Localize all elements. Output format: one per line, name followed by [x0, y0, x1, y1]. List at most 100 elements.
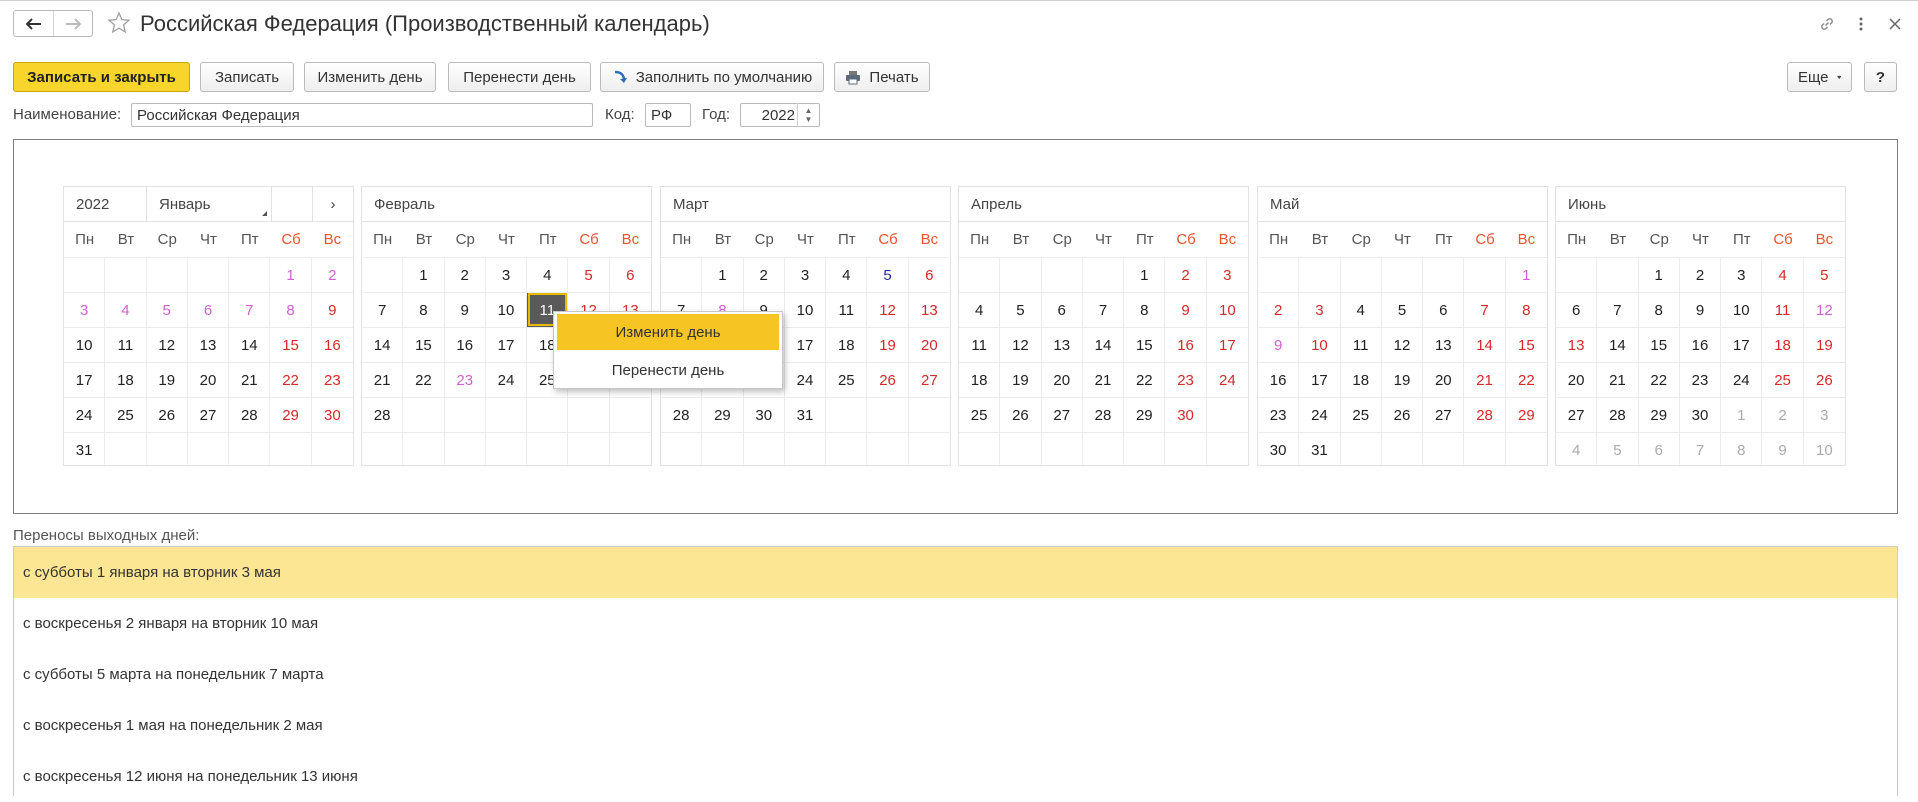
day-cell[interactable]: 7	[229, 292, 271, 327]
day-cell[interactable]: 11	[959, 327, 1001, 362]
day-cell[interactable]: 12	[146, 327, 188, 362]
day-cell[interactable]: 12	[1000, 327, 1042, 362]
day-cell[interactable]: 21	[229, 362, 271, 397]
spin-up-icon[interactable]: ▲	[805, 106, 813, 115]
close-icon[interactable]	[1884, 13, 1906, 35]
day-cell[interactable]: 4	[826, 257, 868, 292]
day-cell[interactable]: 1	[403, 257, 445, 292]
day-cell[interactable]: 22	[1638, 362, 1680, 397]
day-cell[interactable]: 7	[1679, 432, 1722, 467]
day-cell[interactable]: 2	[1165, 257, 1207, 292]
day-cell[interactable]: 29	[270, 397, 312, 432]
day-cell[interactable]: 2	[444, 257, 486, 292]
day-cell[interactable]: 20	[1423, 362, 1465, 397]
day-cell[interactable]: 15	[1638, 327, 1680, 362]
day-cell[interactable]: 22	[1124, 362, 1166, 397]
day-cell[interactable]: 20	[1041, 362, 1083, 397]
more-button[interactable]: Еще	[1787, 62, 1852, 92]
day-cell[interactable]: 19	[867, 327, 909, 362]
day-cell[interactable]: 29	[1124, 397, 1166, 432]
day-cell[interactable]: 19	[1803, 327, 1845, 362]
name-field[interactable]: Российская Федерация	[131, 103, 593, 127]
day-cell[interactable]: 26	[146, 397, 188, 432]
day-cell[interactable]: 16	[1165, 327, 1207, 362]
day-cell[interactable]: 23	[1258, 397, 1300, 432]
day-cell[interactable]: 10	[1206, 292, 1248, 327]
day-cell[interactable]: 10	[784, 292, 827, 327]
year-display[interactable]: 2022	[64, 187, 147, 221]
day-cell[interactable]: 20	[187, 362, 230, 397]
day-cell[interactable]: 4	[959, 292, 1001, 327]
day-cell[interactable]: 10	[485, 292, 528, 327]
day-cell[interactable]: 27	[1556, 397, 1598, 432]
day-cell[interactable]: 9	[444, 292, 486, 327]
day-cell[interactable]: 21	[1082, 362, 1125, 397]
transfer-row[interactable]: с воскресенья 1 мая на понедельник 2 мая	[14, 700, 1897, 751]
link-icon[interactable]	[1816, 13, 1838, 35]
day-cell[interactable]: 29	[702, 397, 744, 432]
day-cell[interactable]: 23	[311, 362, 353, 397]
day-cell[interactable]: 28	[1082, 397, 1125, 432]
day-cell[interactable]: 20	[908, 327, 950, 362]
day-cell[interactable]: 5	[1000, 292, 1042, 327]
day-cell[interactable]: 6	[1556, 292, 1598, 327]
day-cell[interactable]: 12	[1381, 327, 1424, 362]
day-cell[interactable]: 7	[1597, 292, 1639, 327]
day-cell[interactable]: 4	[527, 257, 569, 292]
day-cell[interactable]: 30	[1165, 397, 1207, 432]
day-cell[interactable]: 25	[105, 397, 147, 432]
transfer-row[interactable]: с субботы 1 января на вторник 3 мая	[14, 547, 1897, 598]
day-cell[interactable]: 12	[1803, 292, 1845, 327]
day-cell[interactable]: 28	[661, 397, 703, 432]
day-cell[interactable]: 15	[270, 327, 312, 362]
save-button[interactable]: Записать	[200, 62, 294, 92]
day-cell[interactable]: 28	[1464, 397, 1506, 432]
day-cell[interactable]: 19	[1381, 362, 1424, 397]
year-spinner[interactable]: ▲ ▼	[797, 103, 819, 127]
day-cell[interactable]: 1	[1721, 397, 1763, 432]
day-cell[interactable]: 13	[1556, 327, 1598, 362]
day-cell[interactable]: 18	[105, 362, 147, 397]
day-cell[interactable]: 30	[1679, 397, 1722, 432]
day-cell[interactable]: 6	[908, 257, 950, 292]
day-cell[interactable]: 6	[609, 257, 651, 292]
day-cell[interactable]: 3	[784, 257, 827, 292]
day-cell[interactable]: 23	[1679, 362, 1722, 397]
day-cell[interactable]: 26	[867, 362, 909, 397]
day-cell[interactable]: 17	[1206, 327, 1248, 362]
day-cell[interactable]: 10	[1299, 327, 1341, 362]
day-cell[interactable]: 4	[1340, 292, 1382, 327]
day-cell[interactable]: 28	[362, 397, 404, 432]
day-cell[interactable]: 20	[1556, 362, 1598, 397]
help-button[interactable]: ?	[1864, 62, 1897, 92]
day-cell[interactable]: 31	[1299, 432, 1341, 467]
day-cell[interactable]: 8	[403, 292, 445, 327]
day-cell[interactable]: 8	[1638, 292, 1680, 327]
day-cell[interactable]: 26	[1381, 397, 1424, 432]
day-cell[interactable]: 8	[1721, 432, 1763, 467]
day-cell[interactable]: 8	[1505, 292, 1547, 327]
day-cell[interactable]: 21	[1597, 362, 1639, 397]
day-cell[interactable]: 9	[311, 292, 353, 327]
day-cell[interactable]: 31	[64, 432, 106, 467]
day-cell[interactable]: 3	[485, 257, 528, 292]
day-cell[interactable]: 11	[1762, 292, 1804, 327]
transfer-row[interactable]: с воскресенья 2 января на вторник 10 мая	[14, 598, 1897, 649]
day-cell[interactable]: 18	[826, 327, 868, 362]
day-cell[interactable]: 21	[1464, 362, 1506, 397]
day-cell[interactable]: 22	[270, 362, 312, 397]
month-select[interactable]: Январь	[147, 187, 272, 221]
day-cell[interactable]: 21	[362, 362, 404, 397]
day-cell[interactable]: 5	[867, 257, 909, 292]
day-cell[interactable]: 11	[105, 327, 147, 362]
day-cell[interactable]: 14	[362, 327, 404, 362]
day-cell[interactable]: 5	[1803, 257, 1845, 292]
code-field[interactable]: РФ	[645, 103, 691, 127]
day-cell[interactable]: 4	[1762, 257, 1804, 292]
day-cell[interactable]: 18	[959, 362, 1001, 397]
day-cell[interactable]: 13	[1041, 327, 1083, 362]
day-cell[interactable]: 24	[1206, 362, 1248, 397]
day-cell[interactable]: 18	[1762, 327, 1804, 362]
transfer-row[interactable]: с воскресенья 12 июня на понедельник 13 …	[14, 751, 1897, 802]
day-cell[interactable]: 2	[1762, 397, 1804, 432]
